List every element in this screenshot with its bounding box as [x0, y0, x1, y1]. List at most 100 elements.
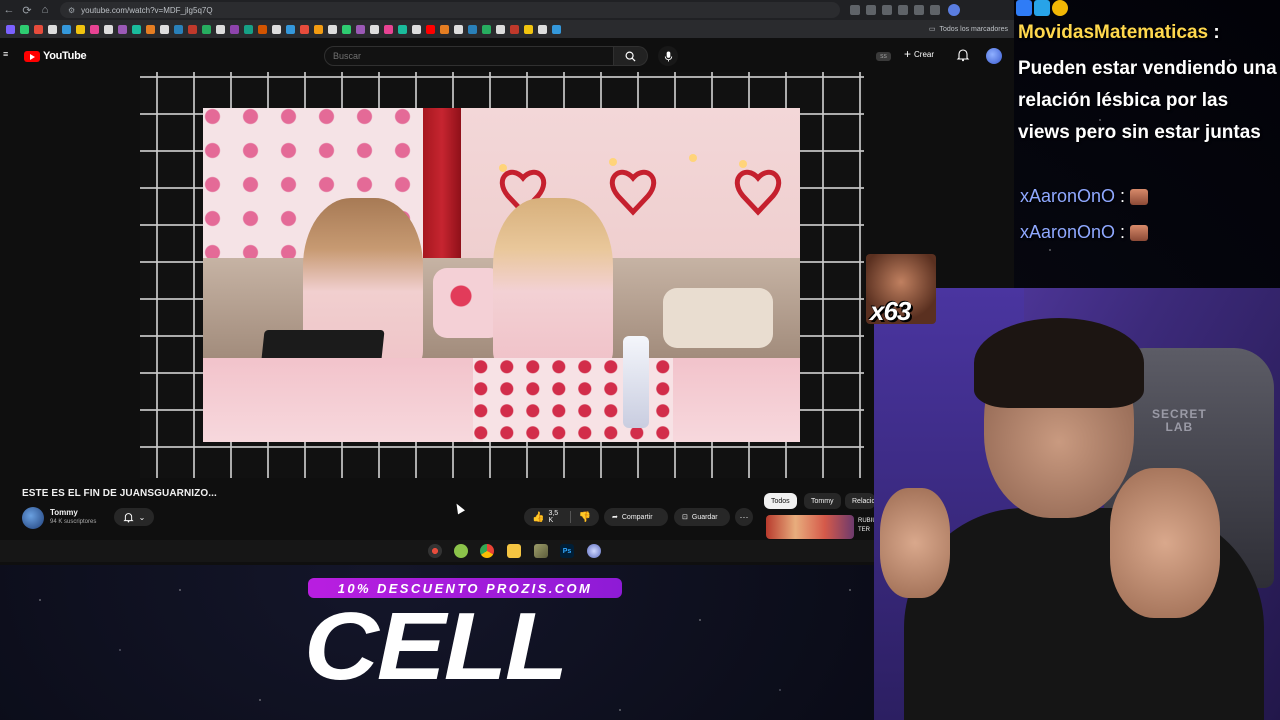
- subscriber-count: 94 K suscriptores: [50, 519, 97, 525]
- bookmark-star-icon[interactable]: [866, 5, 876, 15]
- channel-avatar[interactable]: [22, 507, 44, 529]
- all-bookmarks-folder[interactable]: ▭ Todos los marcadores: [928, 25, 1008, 34]
- photoshop-icon[interactable]: Ps: [560, 544, 574, 558]
- bookmark-icon[interactable]: [300, 24, 309, 34]
- streamer-hair: [974, 318, 1144, 408]
- bookmark-icon[interactable]: [286, 24, 295, 34]
- water-bottle: [623, 336, 649, 428]
- bookmark-icon[interactable]: [552, 24, 561, 34]
- bookmark-icon[interactable]: [132, 24, 141, 34]
- bookmark-icon[interactable]: [174, 24, 183, 34]
- sword-badge-icon: [1016, 0, 1032, 16]
- quality-badge[interactable]: SS: [876, 52, 891, 61]
- bookmark-icon[interactable]: [328, 24, 337, 34]
- bookmark-icon[interactable]: [468, 24, 477, 34]
- menu-icon[interactable]: [930, 5, 940, 15]
- site-info-icon[interactable]: ⚙: [68, 6, 75, 15]
- emote-icon: [1130, 224, 1149, 241]
- app-icon[interactable]: [587, 544, 601, 558]
- tier-badge-icon: [1052, 0, 1068, 16]
- reload-icon[interactable]: ⟳: [18, 1, 36, 19]
- chip-all[interactable]: Todos: [764, 493, 797, 509]
- app-icon[interactable]: [534, 544, 548, 558]
- mouse-cursor: [453, 501, 465, 515]
- bookmark-icon[interactable]: [258, 24, 267, 34]
- like-count[interactable]: 3,5 K: [548, 510, 561, 524]
- bookmark-icon[interactable]: [356, 24, 365, 34]
- browser-toolbar: ← ⟳ ⌂ ⚙ youtube.com/watch?v=MDF_jlg5q7Q: [0, 0, 1014, 20]
- search-button[interactable]: [614, 46, 648, 66]
- bookmark-icon[interactable]: [188, 24, 197, 34]
- channel-name[interactable]: Tommy: [50, 508, 78, 517]
- bookmark-icon[interactable]: [62, 24, 71, 34]
- dislike-icon[interactable]: 👎: [579, 512, 591, 523]
- bookmark-icon[interactable]: [20, 24, 29, 34]
- video-frame[interactable]: [203, 108, 800, 442]
- bookmark-icon[interactable]: [454, 24, 463, 34]
- puzzle-icon[interactable]: [914, 5, 924, 15]
- youtube-header: ≡ YouTube Buscar SS + Crear: [0, 40, 1014, 72]
- bookmark-icon[interactable]: [76, 24, 85, 34]
- recommended-video-thumbnail[interactable]: [766, 515, 854, 539]
- home-icon[interactable]: ⌂: [36, 1, 54, 19]
- voice-search-button[interactable]: [658, 46, 678, 66]
- bookmark-icon[interactable]: [538, 24, 547, 34]
- subscription-bell-button[interactable]: ⌄: [114, 508, 154, 526]
- address-bar[interactable]: ⚙ youtube.com/watch?v=MDF_jlg5q7Q: [60, 2, 840, 18]
- bookmark-icon[interactable]: [496, 24, 505, 34]
- bookmark-icon[interactable]: [90, 24, 99, 34]
- bookmark-icon[interactable]: [230, 24, 239, 34]
- save-button[interactable]: ⊡ Guardar: [674, 508, 730, 526]
- chip-related[interactable]: Relacionados: [845, 493, 875, 509]
- user-avatar[interactable]: [986, 48, 1002, 64]
- create-button[interactable]: + Crear: [904, 48, 934, 60]
- bookmark-icon[interactable]: [426, 24, 435, 34]
- bookmark-icon[interactable]: [244, 24, 253, 34]
- bookmark-icon[interactable]: [342, 24, 351, 34]
- like-icon[interactable]: 👍: [532, 512, 544, 523]
- back-icon[interactable]: ←: [0, 1, 18, 19]
- bookmark-icon[interactable]: [482, 24, 491, 34]
- bookmark-icon[interactable]: [6, 24, 15, 34]
- bookmark-icon[interactable]: [524, 24, 533, 34]
- chat-badges: [1016, 0, 1068, 16]
- search-input[interactable]: Buscar: [324, 46, 614, 66]
- bookmark-icon[interactable]: [384, 24, 393, 34]
- bookmark-icon[interactable]: [370, 24, 379, 34]
- profile-avatar[interactable]: [948, 4, 960, 16]
- more-actions-button[interactable]: ···: [735, 508, 753, 526]
- notifications-bell-icon[interactable]: [956, 48, 970, 62]
- bookmark-icon[interactable]: [510, 24, 519, 34]
- youtube-logo[interactable]: YouTube: [24, 50, 87, 62]
- bookmark-icon[interactable]: [48, 24, 57, 34]
- bookmark-icon[interactable]: [160, 24, 169, 34]
- folder-icon[interactable]: [507, 544, 521, 558]
- hamburger-menu-icon[interactable]: ≡: [3, 50, 11, 59]
- bookmark-icon[interactable]: [202, 24, 211, 34]
- chat-username: MovidasMatematicas :: [1018, 22, 1220, 43]
- chevron-down-icon: ⌄: [138, 512, 146, 522]
- folder-icon: ▭: [928, 26, 936, 33]
- bookmark-icon[interactable]: [314, 24, 323, 34]
- bookmark-icon[interactable]: [216, 24, 225, 34]
- chrome-icon[interactable]: [480, 544, 494, 558]
- extension-icon[interactable]: [898, 5, 908, 15]
- extension-icon[interactable]: [882, 5, 892, 15]
- recording-app-icon[interactable]: [428, 544, 442, 558]
- bookmark-icon[interactable]: [104, 24, 113, 34]
- chat-line: xAaronOnO :: [1020, 222, 1149, 243]
- bookmark-icon[interactable]: [440, 24, 449, 34]
- bookmark-icon[interactable]: [146, 24, 155, 34]
- chair-logo: SECRET LAB: [1152, 407, 1207, 434]
- bookmark-icon[interactable]: [34, 24, 43, 34]
- bookmark-icon[interactable]: [118, 24, 127, 34]
- share-button[interactable]: ➦ Compartir: [604, 508, 668, 526]
- chat-app-icon[interactable]: [454, 544, 468, 558]
- bookmark-icon[interactable]: [272, 24, 281, 34]
- bell-icon: [123, 512, 134, 522]
- video-player[interactable]: [140, 72, 864, 478]
- chip-tommy[interactable]: Tommy: [804, 493, 841, 509]
- extension-icon[interactable]: [850, 5, 860, 15]
- bookmark-icon[interactable]: [398, 24, 407, 34]
- bookmark-icon[interactable]: [412, 24, 421, 34]
